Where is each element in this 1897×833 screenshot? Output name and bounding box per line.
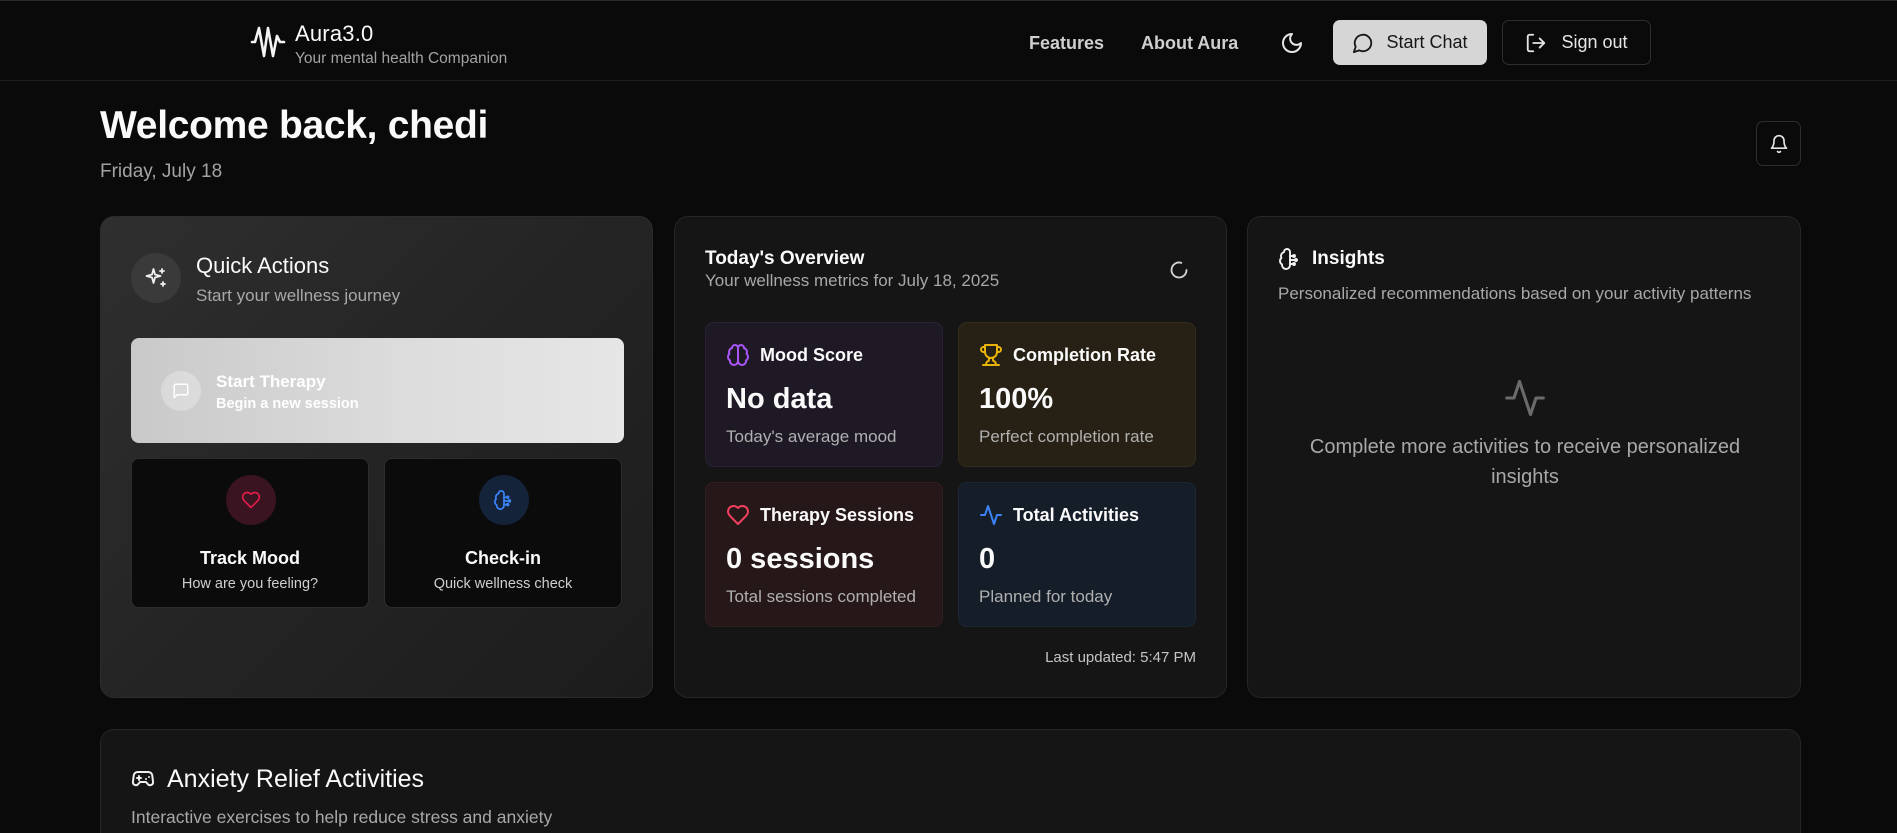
bell-icon: [1769, 134, 1789, 154]
metric-label: Completion Rate: [1013, 345, 1157, 365]
anxiety-relief-card: Anxiety Relief Activities Interactive ex…: [100, 729, 1801, 833]
brand-tagline: Your mental health Companion: [295, 50, 508, 67]
metric-description: Perfect completion rate: [979, 427, 1154, 446]
start-chat-button[interactable]: Start Chat: [1333, 20, 1487, 65]
metric-value: 0: [979, 543, 996, 575]
insights-empty-message: Complete more activities to receive pers…: [1309, 436, 1741, 488]
sign-out-label: Sign out: [1561, 32, 1628, 52]
anxiety-subtitle: Interactive exercises to help reduce str…: [131, 807, 553, 827]
metric-value: No data: [726, 383, 833, 415]
quick-actions-title: Quick Actions: [196, 253, 330, 278]
nav-about-link[interactable]: About Aura: [1141, 32, 1238, 54]
metric-description: Total sessions completed: [726, 587, 916, 606]
anxiety-title: Anxiety Relief Activities: [167, 765, 425, 793]
insights-title: Insights: [1312, 248, 1385, 269]
quick-actions-card: Quick Actions Start your wellness journe…: [100, 216, 653, 698]
heart-icon: [226, 475, 276, 525]
notifications-button[interactable]: [1756, 121, 1801, 166]
metric-description: Planned for today: [979, 587, 1113, 606]
moon-icon[interactable]: [1280, 31, 1304, 55]
track-mood-title: Track Mood: [199, 548, 301, 568]
check-in-subtitle: Quick wellness check: [433, 576, 573, 592]
overview-subtitle: Your wellness metrics for July 18, 2025: [705, 271, 1000, 290]
overview-title: Today's Overview: [705, 248, 865, 269]
nav-features-link[interactable]: Features: [1029, 32, 1104, 54]
metric-value: 0 sessions: [726, 543, 875, 575]
activity-icon: [979, 503, 1003, 527]
message-square-icon: [161, 371, 201, 411]
track-mood-subtitle: How are you feeling?: [181, 576, 319, 592]
brain-icon: [726, 343, 750, 367]
metric-label: Therapy Sessions: [760, 505, 915, 525]
brand-name: Aura3.0: [295, 21, 374, 46]
metric-description: Today's average mood: [726, 427, 897, 446]
refresh-icon[interactable]: [1169, 260, 1189, 280]
current-date: Friday, July 18: [100, 161, 223, 182]
metric-label: Mood Score: [760, 345, 864, 365]
top-navigation-bar: Aura3.0 Your mental health Companion Fea…: [0, 0, 1897, 81]
todays-overview-card: Today's Overview Your wellness metrics f…: [674, 216, 1227, 698]
insights-card: Insights Personalized recommendations ba…: [1247, 216, 1801, 698]
activity-icon: [1503, 376, 1547, 420]
gamepad-icon: [131, 767, 155, 791]
sign-out-button[interactable]: Sign out: [1502, 20, 1651, 65]
last-updated-text: Last updated: 5:47 PM: [1045, 649, 1196, 666]
check-in-title: Check-in: [464, 548, 542, 568]
brain-circuit-icon: [1278, 247, 1302, 271]
sparkles-icon: [131, 253, 181, 303]
log-out-icon: [1525, 32, 1547, 54]
brand[interactable]: Aura3.0 Your mental health Companion: [250, 21, 507, 69]
audio-waveform-icon: [250, 22, 286, 62]
completion-rate-metric: Completion Rate 100% Perfect completion …: [958, 322, 1196, 467]
trophy-icon: [979, 343, 1003, 367]
start-therapy-subtitle: Begin a new session: [216, 396, 359, 412]
therapy-sessions-metric: Therapy Sessions 0 sessions Total sessio…: [705, 482, 943, 627]
start-therapy-title: Start Therapy: [216, 372, 326, 391]
start-chat-label: Start Chat: [1386, 32, 1468, 52]
metric-value: 100%: [979, 383, 1054, 415]
track-mood-button[interactable]: Track Mood How are you feeling?: [131, 458, 369, 608]
metric-label: Total Activities: [1013, 505, 1140, 525]
total-activities-metric: Total Activities 0 Planned for today: [958, 482, 1196, 627]
quick-actions-subtitle: Start your wellness journey: [196, 286, 401, 305]
start-therapy-button[interactable]: Start Therapy Begin a new session: [131, 338, 624, 443]
welcome-title: Welcome back, chedi: [100, 104, 489, 147]
check-in-button[interactable]: Check-in Quick wellness check: [384, 458, 622, 608]
insights-subtitle: Personalized recommendations based on yo…: [1278, 284, 1752, 303]
heart-icon: [726, 503, 750, 527]
mood-score-metric: Mood Score No data Today's average mood: [705, 322, 943, 467]
brain-circuit-icon: [479, 475, 529, 525]
message-circle-icon: [1352, 32, 1374, 54]
